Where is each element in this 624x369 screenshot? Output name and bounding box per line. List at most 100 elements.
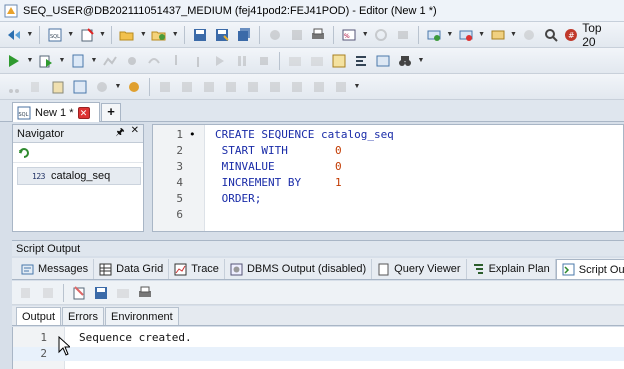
save-icon[interactable] — [91, 283, 111, 303]
autotrace-icon[interactable] — [100, 51, 120, 71]
open-recent-icon[interactable] — [149, 25, 169, 45]
open-folder-icon[interactable] — [117, 25, 137, 45]
open-icon[interactable] — [113, 283, 133, 303]
copy-icon[interactable] — [26, 77, 46, 97]
line-number: 2 — [176, 144, 183, 157]
close-icon[interactable]: ✕ — [77, 106, 90, 119]
tool-icon[interactable] — [199, 77, 219, 97]
chevron-down-icon[interactable]: ▼ — [26, 51, 34, 71]
line-number: 3 — [176, 160, 183, 173]
chevron-down-icon[interactable]: ▼ — [67, 25, 75, 45]
format-icon[interactable] — [351, 51, 371, 71]
chevron-down-icon[interactable]: ▼ — [99, 25, 107, 45]
separator — [333, 25, 335, 44]
help-icon[interactable] — [92, 77, 112, 97]
chevron-down-icon[interactable]: ▼ — [478, 25, 486, 45]
snippets-icon[interactable] — [488, 25, 508, 45]
run-script-file-icon[interactable] — [36, 51, 56, 71]
print-icon[interactable] — [309, 25, 329, 45]
tab-data-grid[interactable]: Data Grid — [94, 259, 170, 279]
tool-icon[interactable] — [243, 77, 263, 97]
subtab-output[interactable]: Output — [16, 307, 62, 325]
commit-icon[interactable] — [265, 25, 285, 45]
rollback-icon[interactable] — [287, 25, 307, 45]
tool-icon[interactable] — [221, 77, 241, 97]
subtab-environment[interactable]: Environment — [104, 307, 179, 325]
rollback-icon[interactable] — [307, 51, 327, 71]
script-output-text[interactable]: 1 Sequence created. 2 — [12, 327, 624, 369]
sql-editor[interactable]: 1 • CREATE SEQUENCE catalog_seq 2 START … — [152, 124, 624, 232]
chevron-down-icon[interactable]: ▼ — [361, 25, 369, 45]
chevron-down-icon[interactable]: ▼ — [446, 25, 454, 45]
chevron-down-icon[interactable]: ▼ — [58, 51, 66, 71]
tool-icon[interactable] — [287, 77, 307, 97]
navigator-item-catalog-seq[interactable]: 123 catalog_seq — [17, 167, 141, 185]
resume-icon[interactable] — [210, 51, 230, 71]
tab-query-viewer[interactable]: Query Viewer — [372, 259, 467, 279]
paste-icon[interactable] — [48, 77, 68, 97]
reports-icon[interactable] — [519, 25, 539, 45]
tab-script-output[interactable]: Script Output — [555, 259, 624, 279]
navigator-header: Navigator 🖈 ✕ — [13, 125, 143, 143]
print-icon[interactable] — [135, 283, 155, 303]
sql-tuning-icon[interactable] — [329, 51, 349, 71]
tool-icon[interactable] — [155, 77, 175, 97]
chevron-down-icon[interactable]: ▼ — [26, 25, 34, 45]
tab-explain-plan[interactable]: Explain Plan — [467, 259, 556, 279]
debug-icon[interactable] — [122, 51, 142, 71]
chevron-down-icon[interactable]: ▼ — [510, 25, 518, 45]
new-tab-button[interactable]: + — [101, 103, 121, 121]
connections-icon[interactable] — [456, 25, 476, 45]
search-icon[interactable] — [541, 25, 561, 45]
step-out-icon[interactable] — [188, 51, 208, 71]
run-script-icon[interactable] — [4, 25, 24, 45]
step-over-icon[interactable] — [144, 51, 164, 71]
cloud-icon[interactable]: % — [339, 25, 359, 45]
subtab-errors[interactable]: Errors — [62, 307, 104, 325]
tab-label: New 1 * — [35, 106, 74, 119]
copy-icon[interactable] — [16, 283, 36, 303]
chevron-down-icon[interactable]: ▼ — [353, 77, 361, 97]
commit-icon[interactable] — [285, 51, 305, 71]
tab-new-1[interactable]: SQL New 1 * ✕ — [12, 102, 100, 122]
extensions-icon[interactable] — [124, 77, 144, 97]
pause-icon[interactable] — [232, 51, 252, 71]
clear-output-icon[interactable] — [69, 283, 89, 303]
tool-icon[interactable] — [265, 77, 285, 97]
monitor-icon[interactable] — [371, 25, 391, 45]
save-all-icon[interactable] — [234, 25, 254, 45]
tab-dbms-output[interactable]: DBMS Output (disabled) — [225, 259, 373, 279]
tab-messages[interactable]: Messages — [16, 259, 95, 279]
tool-icon[interactable] — [309, 77, 329, 97]
explain-icon[interactable] — [68, 51, 88, 71]
code-line: 1 • CREATE SEQUENCE catalog_seq — [153, 127, 623, 143]
tool-icon[interactable] — [177, 77, 197, 97]
history-icon[interactable] — [373, 51, 393, 71]
clear-icon[interactable] — [77, 25, 97, 45]
refresh-icon[interactable] — [17, 146, 31, 160]
tab-trace[interactable]: Trace — [169, 259, 225, 279]
save-as-icon[interactable] — [212, 25, 232, 45]
sessions-icon[interactable] — [393, 25, 413, 45]
find-icon[interactable] — [395, 51, 415, 71]
wrap-icon[interactable] — [38, 283, 58, 303]
svg-text:#: # — [568, 30, 575, 39]
chevron-down-icon[interactable]: ▼ — [417, 51, 425, 71]
chevron-down-icon[interactable]: ▼ — [90, 51, 98, 71]
pin-icon[interactable]: 🖈 — [115, 125, 124, 142]
toggle-comment-icon[interactable] — [70, 77, 90, 97]
terminate-icon[interactable] — [254, 51, 274, 71]
chevron-down-icon[interactable]: ▼ — [114, 77, 122, 97]
step-into-icon[interactable] — [166, 51, 186, 71]
new-connection-icon[interactable] — [424, 25, 444, 45]
chevron-down-icon[interactable]: ▼ — [139, 25, 147, 45]
close-icon[interactable]: ✕ — [131, 125, 139, 142]
save-icon[interactable] — [190, 25, 210, 45]
tool-icon[interactable] — [331, 77, 351, 97]
sql-worksheet-icon[interactable]: SQL — [45, 25, 65, 45]
trace-icon — [174, 263, 187, 275]
cut-icon[interactable] — [4, 77, 24, 97]
top-sql-widget[interactable]: # Top 20 — [563, 21, 624, 49]
run-statement-icon[interactable] — [4, 51, 24, 71]
chevron-down-icon[interactable]: ▼ — [171, 25, 179, 45]
